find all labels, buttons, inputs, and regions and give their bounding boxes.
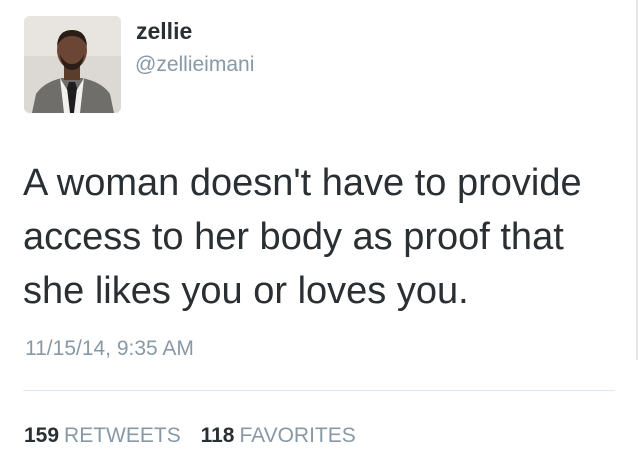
user-handle[interactable]: @zellieimani: [135, 51, 254, 79]
display-name[interactable]: zellie: [136, 16, 192, 46]
avatar-photo: [24, 16, 121, 113]
divider: [23, 390, 615, 391]
retweets-count: 159: [24, 424, 60, 447]
favorites-count: 118: [200, 424, 235, 447]
avatar[interactable]: [24, 16, 121, 113]
retweets-label: RETWEETS: [64, 424, 181, 447]
tweet-stats: 159 RETWEETS 118 FAVORITES: [24, 422, 370, 450]
tweet-text: A woman doesn't have to provide access t…: [23, 162, 582, 312]
retweets-stat[interactable]: 159 RETWEETS: [24, 422, 181, 450]
tweet-card: zellie @zellieimani A woman doesn't have…: [0, 0, 638, 473]
favorites-stat[interactable]: 118 FAVORITES: [201, 422, 356, 450]
tweet-timestamp[interactable]: 11/15/14, 9:35 AM: [25, 335, 194, 363]
favorites-label: FAVORITES: [239, 424, 356, 447]
